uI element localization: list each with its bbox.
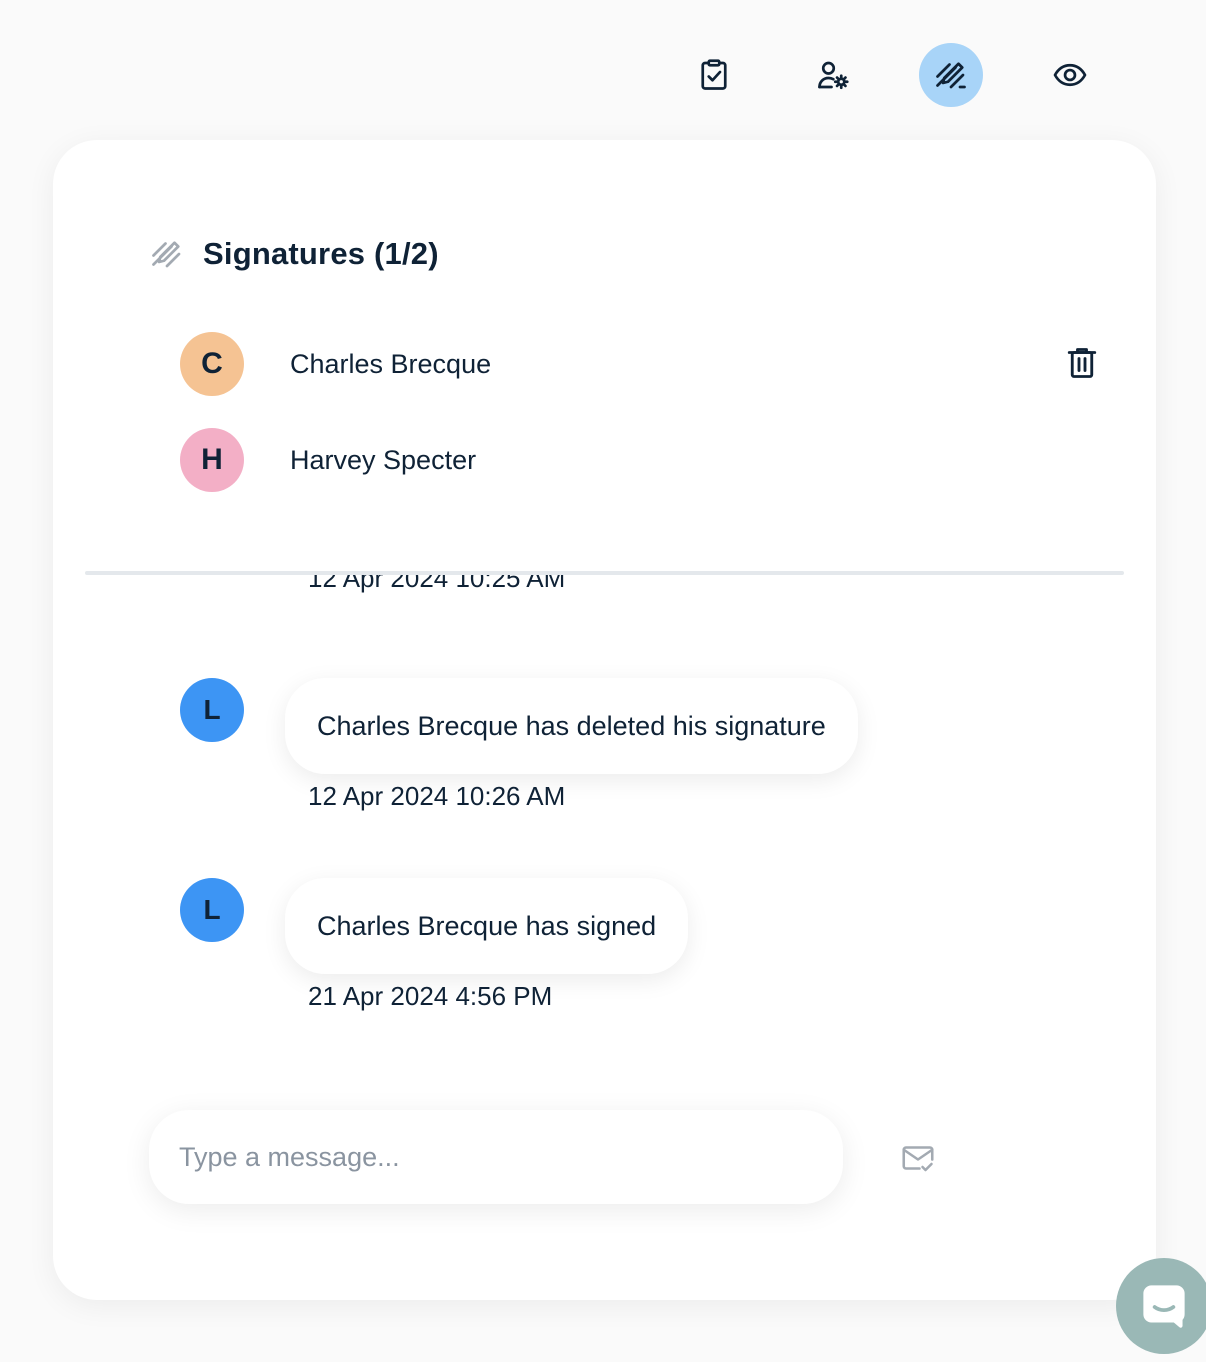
message-text: Charles Brecque has signed xyxy=(317,910,657,941)
avatar: L xyxy=(180,878,244,942)
signature-pen-icon xyxy=(152,241,181,268)
signer-name: Harvey Specter xyxy=(290,444,477,475)
activity-feed[interactable]: 12 Apr 2024 10:25 AM L Charles Brecque h… xyxy=(53,575,1156,1095)
signature-pen-icon xyxy=(936,62,966,89)
user-gear-icon xyxy=(818,61,849,90)
participants-settings-button[interactable] xyxy=(801,43,865,107)
preview-button[interactable] xyxy=(1038,43,1102,107)
message-timestamp: 12 Apr 2024 10:26 AM xyxy=(308,781,566,811)
message-bubble: Charles Brecque has deleted his signatur… xyxy=(285,678,858,774)
message-timestamp: 21 Apr 2024 4:56 PM xyxy=(308,981,553,1011)
chat-launcher-button[interactable] xyxy=(1116,1258,1206,1354)
chat-bubble-icon xyxy=(1143,1285,1185,1328)
message-timestamp: 12 Apr 2024 10:25 AM xyxy=(308,575,566,593)
signer-name: Charles Brecque xyxy=(290,348,492,379)
eye-icon xyxy=(1053,63,1087,87)
message-input[interactable] xyxy=(179,1141,813,1173)
message-text: Charles Brecque has deleted his signatur… xyxy=(317,710,826,741)
tasks-button[interactable] xyxy=(682,43,746,107)
signatures-header: Signatures (1/2) xyxy=(149,236,439,272)
mail-check-icon[interactable] xyxy=(899,1140,937,1176)
signatures-button[interactable] xyxy=(919,43,983,107)
message-composer xyxy=(149,1110,843,1204)
avatar: C xyxy=(180,332,244,396)
signer-row: H Harvey Specter xyxy=(180,427,1100,493)
signer-row: C Charles Brecque xyxy=(180,331,1100,397)
message-bubble: Charles Brecque has signed xyxy=(285,878,689,974)
view-toolbar xyxy=(682,43,1102,109)
signatures-panel: Signatures (1/2) C Charles Brecque H Har… xyxy=(53,140,1156,1300)
signatures-title: Signatures (1/2) xyxy=(203,236,439,271)
avatar: L xyxy=(180,678,244,742)
clipboard-check-icon xyxy=(701,59,727,90)
trash-icon[interactable] xyxy=(1064,345,1100,381)
avatar: H xyxy=(180,428,244,492)
